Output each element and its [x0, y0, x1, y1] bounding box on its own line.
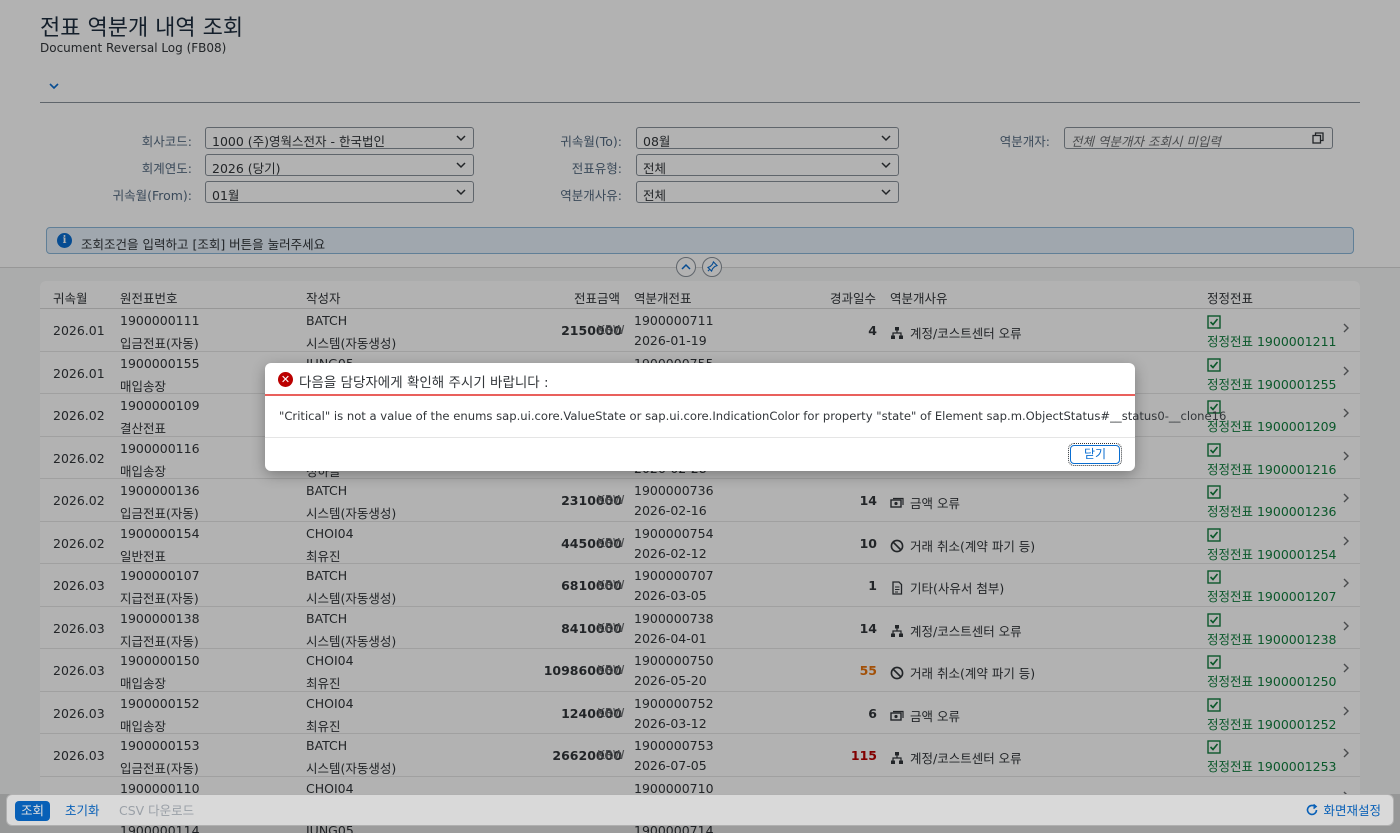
error-dialog: ✕ 다음을 담당자에게 확인해 주시기 바랍니다 : "Critical" is…: [265, 363, 1227, 471]
dialog-footer: 닫기: [265, 437, 1135, 471]
dialog-header: ✕ 다음을 담당자에게 확인해 주시기 바랍니다 :: [265, 363, 1135, 396]
footer-overlay: [0, 794, 1400, 833]
close-button[interactable]: 닫기: [1068, 443, 1122, 466]
dialog-title: 다음을 담당자에게 확인해 주시기 바랍니다 :: [299, 375, 549, 391]
error-icon: ✕: [278, 372, 293, 387]
dialog-message: "Critical" is not a value of the enums s…: [279, 409, 1227, 423]
